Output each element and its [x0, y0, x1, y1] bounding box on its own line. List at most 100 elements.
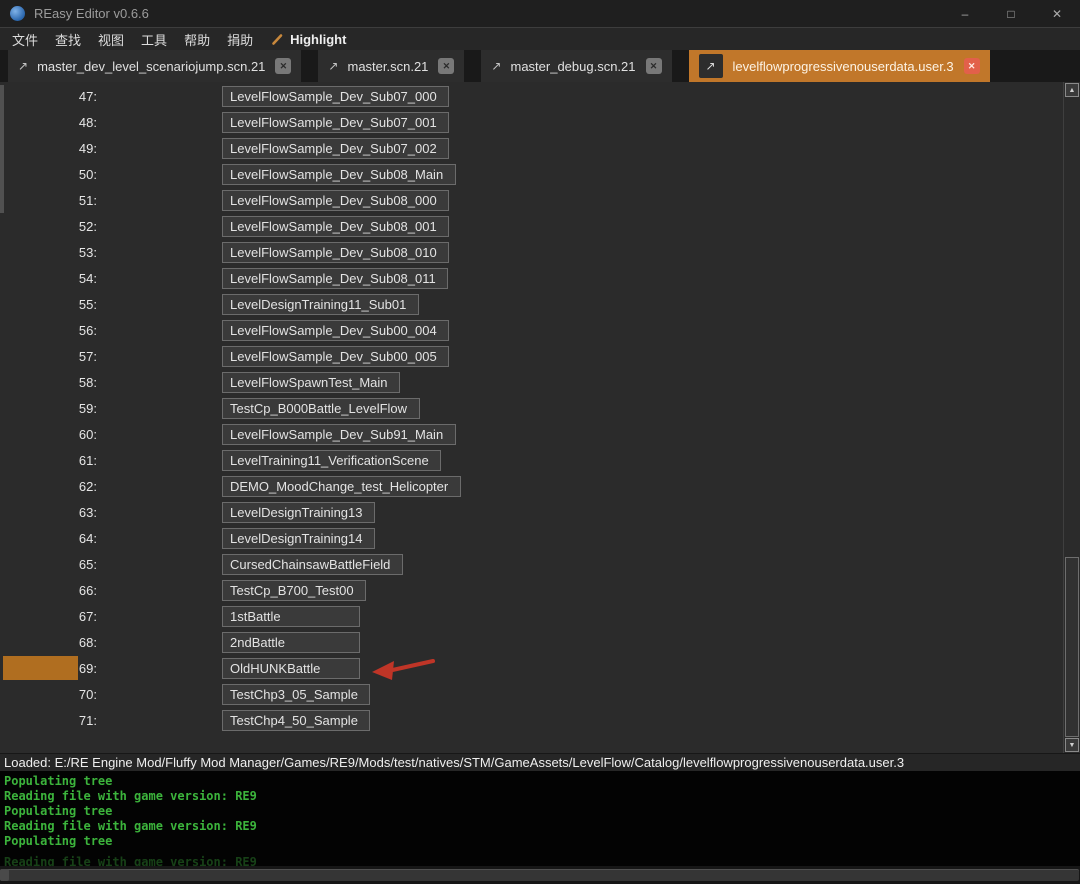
title-bar: REasy Editor v0.6.6 – □ ✕	[0, 0, 1080, 27]
menu-item[interactable]: 帮助	[178, 30, 216, 49]
list-row: 70:	[0, 681, 1063, 707]
flow-name-input[interactable]	[222, 85, 449, 107]
row-index-label: 65:	[78, 556, 97, 572]
selection-highlight	[3, 656, 78, 680]
window-controls: – □ ✕	[942, 0, 1080, 27]
menu-item[interactable]: 文件	[6, 30, 44, 49]
list-row: 47:	[0, 83, 1063, 109]
tab-close-icon[interactable]: ✕	[275, 58, 292, 74]
flow-name-input[interactable]	[222, 111, 449, 133]
horizontal-scrollbar[interactable]	[0, 869, 1079, 881]
tab[interactable]: ↗ levelflowprogressivenouserdata.user.3 …	[688, 50, 990, 82]
flow-name-input[interactable]	[222, 163, 456, 185]
flow-name-input[interactable]	[222, 423, 456, 445]
list-row: 68:	[0, 629, 1063, 655]
console-log: Populating tree Reading file with game ve…	[0, 771, 1080, 866]
flow-name-input[interactable]	[222, 267, 448, 289]
row-index-label: 53:	[78, 244, 97, 260]
pencil-icon	[272, 33, 283, 45]
app-icon	[10, 6, 25, 21]
tab-label: levelflowprogressivenouserdata.user.3	[732, 58, 954, 74]
minimize-button[interactable]: –	[942, 0, 988, 27]
flow-name-input[interactable]	[222, 709, 370, 731]
maximize-button[interactable]: □	[988, 0, 1034, 27]
flow-name-input[interactable]	[222, 189, 449, 211]
row-index-label: 63:	[78, 504, 97, 520]
menu-highlight-label: Highlight	[290, 31, 347, 47]
vertical-scrollbar[interactable]: ▲ ▼	[1063, 82, 1080, 753]
red-arrow-annotation	[372, 659, 435, 680]
console-line: Populating tree	[4, 804, 113, 818]
flow-name-input[interactable]	[222, 579, 366, 601]
flow-name-input[interactable]	[222, 371, 400, 393]
list-row: 48:	[0, 109, 1063, 135]
horizontal-scrollbar-nub	[0, 869, 9, 881]
tab-label: master_dev_level_scenariojump.scn.21	[37, 58, 266, 74]
flow-name-input[interactable]	[222, 137, 449, 159]
flow-name-input[interactable]	[222, 319, 449, 341]
list-row: 62:	[0, 473, 1063, 499]
row-index-label: 68:	[78, 634, 97, 650]
flow-name-input[interactable]	[222, 345, 449, 367]
tab-label: master.scn.21	[347, 58, 429, 74]
flow-name-input[interactable]	[222, 501, 375, 523]
row-index-label: 54:	[78, 270, 97, 286]
menu-bar: 文件 查找 视图 工具 帮助 捐助 Highlight	[0, 27, 1080, 50]
flow-name-input[interactable]	[222, 631, 360, 653]
list-row: 61:	[0, 447, 1063, 473]
row-index-label: 48:	[78, 114, 97, 130]
flow-name-input[interactable]	[222, 683, 370, 705]
flow-name-input[interactable]	[222, 605, 360, 627]
flow-name-input[interactable]	[222, 241, 449, 263]
tab-label: master_debug.scn.21	[510, 58, 636, 74]
row-index-label: 50:	[78, 166, 97, 182]
flow-name-input[interactable]	[222, 475, 461, 497]
list-row: 64:	[0, 525, 1063, 551]
flow-name-input[interactable]	[222, 553, 403, 575]
row-index-label: 56:	[78, 322, 97, 338]
row-index-label: 64:	[78, 530, 97, 546]
list-row: 67:	[0, 603, 1063, 629]
scroll-down-button[interactable]: ▼	[1065, 738, 1079, 752]
flow-name-input[interactable]	[222, 527, 375, 549]
menu-items: 文件 查找 视图 工具 帮助 捐助	[6, 30, 264, 49]
list-row: 53:	[0, 239, 1063, 265]
tab[interactable]: ↗ master_debug.scn.21 ✕	[481, 50, 672, 82]
flow-name-input[interactable]	[222, 215, 449, 237]
flow-name-input[interactable]	[222, 293, 419, 315]
close-button[interactable]: ✕	[1034, 0, 1080, 27]
flow-name-input[interactable]	[222, 657, 360, 679]
list-row: 57:	[0, 343, 1063, 369]
content-area: 47: 48: 49: 50: 51: 52: 53: 54: 55: 56:	[0, 82, 1080, 753]
list-row: 52:	[0, 213, 1063, 239]
console-lines: Populating tree Reading file with game ve…	[4, 774, 1076, 849]
console-line: Reading file with game version: RE9	[4, 819, 257, 833]
open-external-icon: ↗	[328, 59, 339, 73]
menu-item[interactable]: 捐助	[221, 30, 259, 49]
menu-item[interactable]: 视图	[92, 30, 130, 49]
menu-item-highlight[interactable]: Highlight	[271, 32, 346, 47]
list-row: 54:	[0, 265, 1063, 291]
tab[interactable]: ↗ master_dev_level_scenariojump.scn.21 ✕	[8, 50, 302, 82]
tab-close-icon[interactable]: ✕	[645, 58, 662, 74]
row-index-label: 51:	[78, 192, 97, 208]
tab-close-icon[interactable]: ✕	[963, 58, 980, 74]
menu-item[interactable]: 查找	[49, 30, 87, 49]
tab-close-icon[interactable]: ✕	[438, 58, 455, 74]
bottom-bar	[0, 866, 1080, 884]
list-row: 56:	[0, 317, 1063, 343]
flow-name-input[interactable]	[222, 397, 420, 419]
tab[interactable]: ↗ master.scn.21 ✕	[318, 50, 465, 82]
flow-list: 47: 48: 49: 50: 51: 52: 53: 54: 55: 56:	[0, 83, 1063, 733]
scrollbar-thumb[interactable]	[1065, 557, 1079, 737]
list-row: 65:	[0, 551, 1063, 577]
scroll-up-button[interactable]: ▲	[1065, 83, 1079, 97]
row-index-label: 49:	[78, 140, 97, 156]
list-row: 58:	[0, 369, 1063, 395]
menu-item[interactable]: 工具	[135, 30, 173, 49]
console-line: Populating tree	[4, 834, 113, 848]
app-window: REasy Editor v0.6.6 – □ ✕ 文件 查找 视图 工具 帮助 捐助 H…	[0, 0, 1080, 884]
row-index-label: 59:	[78, 400, 97, 416]
flow-name-input[interactable]	[222, 449, 441, 471]
window-title: REasy Editor v0.6.6	[34, 6, 149, 21]
